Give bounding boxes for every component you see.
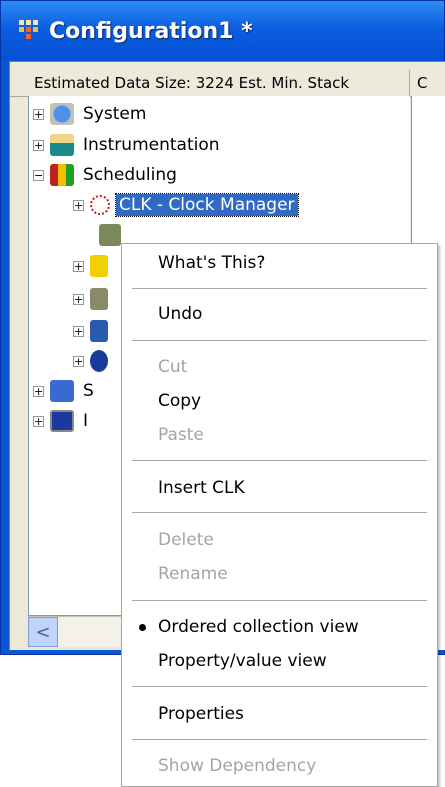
- menu-item-paste[interactable]: Paste: [122, 420, 437, 450]
- system-globe-icon: [50, 103, 74, 125]
- expand-icon[interactable]: +: [33, 139, 44, 151]
- chevron-left-icon: <: [35, 621, 51, 643]
- tree-item-obscured-4[interactable]: +: [73, 316, 114, 346]
- tree-item-label: Instrumentation: [83, 135, 220, 155]
- menu-separator: [132, 340, 427, 341]
- tree-item-label: Scheduling: [83, 165, 177, 185]
- instrumentation-folder-icon: [50, 134, 74, 156]
- stack-icon: [90, 288, 108, 310]
- menu-item-rename[interactable]: Rename: [122, 559, 437, 589]
- menu-item-show-dependency[interactable]: Show Dependency: [122, 751, 437, 781]
- tree-item-i[interactable]: + I: [33, 406, 91, 436]
- scheduling-stoplight-icon: [50, 164, 74, 186]
- menu-separator: [132, 739, 427, 740]
- menu-item-insert-clk[interactable]: Insert CLK: [122, 473, 437, 503]
- menu-separator: [132, 512, 427, 513]
- expand-icon[interactable]: +: [73, 355, 84, 367]
- menu-item-properties[interactable]: Properties: [122, 699, 437, 729]
- menu-item-whats-this[interactable]: What's This?: [122, 248, 437, 278]
- column-header-2[interactable]: C: [411, 70, 445, 96]
- expand-icon[interactable]: +: [33, 108, 44, 120]
- expand-icon[interactable]: +: [33, 385, 44, 397]
- menu-separator: [132, 686, 427, 687]
- sun-icon: [90, 255, 108, 277]
- radio-bullet-icon: [139, 624, 146, 631]
- menu-separator: [132, 600, 427, 601]
- tree-item-instrumentation[interactable]: + Instrumentation: [33, 130, 223, 160]
- menu-item-copy[interactable]: Copy: [122, 386, 437, 416]
- expand-icon[interactable]: +: [73, 293, 84, 305]
- monitor-icon: [50, 410, 74, 432]
- menu-separator: [132, 288, 427, 289]
- expand-icon[interactable]: +: [73, 199, 84, 211]
- sync-icon: [50, 380, 74, 402]
- collapse-icon[interactable]: −: [33, 169, 44, 181]
- menu-item-ordered-collection-view[interactable]: Ordered collection view: [122, 612, 437, 642]
- expand-icon[interactable]: +: [73, 260, 84, 272]
- expand-icon[interactable]: +: [73, 325, 84, 337]
- tree-item-label: I: [83, 411, 89, 431]
- tree-item-s[interactable]: + S: [33, 376, 97, 406]
- menu-item-cut[interactable]: Cut: [122, 352, 437, 382]
- app-icon: [19, 20, 43, 42]
- tree-item-obscured-2[interactable]: +: [73, 251, 114, 281]
- menu-item-undo[interactable]: Undo: [122, 299, 437, 329]
- expand-icon[interactable]: +: [33, 415, 44, 427]
- tree-item-label-selected: CLK - Clock Manager: [115, 193, 299, 217]
- tree-item-clk[interactable]: + CLK - Clock Manager: [73, 190, 299, 220]
- tree-item-obscured-5[interactable]: +: [73, 346, 114, 376]
- title-bar[interactable]: Configuration1 *: [1, 1, 444, 61]
- blue-shapes-icon: [90, 320, 108, 342]
- tree-item-system[interactable]: + System: [33, 99, 149, 129]
- window-title: Configuration1 *: [49, 18, 253, 44]
- menu-item-delete[interactable]: Delete: [122, 525, 437, 555]
- menu-item-label: Ordered collection view: [158, 617, 359, 637]
- clock-icon: [90, 195, 110, 215]
- blue-q-icon: [90, 350, 108, 372]
- menu-separator: [132, 460, 427, 461]
- tree-item-scheduling[interactable]: − Scheduling: [33, 160, 180, 190]
- scroll-left-button[interactable]: <: [28, 617, 58, 647]
- gear-icon: [99, 224, 121, 246]
- menu-item-property-value-view[interactable]: Property/value view: [122, 646, 437, 676]
- tree-item-label: System: [83, 104, 147, 124]
- tree-item-label: S: [83, 381, 94, 401]
- column-header-data-size[interactable]: Estimated Data Size: 3224 Est. Min. Stac…: [28, 70, 410, 96]
- tree-item-obscured-3[interactable]: +: [73, 284, 114, 314]
- context-menu: What's This? Undo Cut Copy Paste Insert …: [121, 243, 438, 787]
